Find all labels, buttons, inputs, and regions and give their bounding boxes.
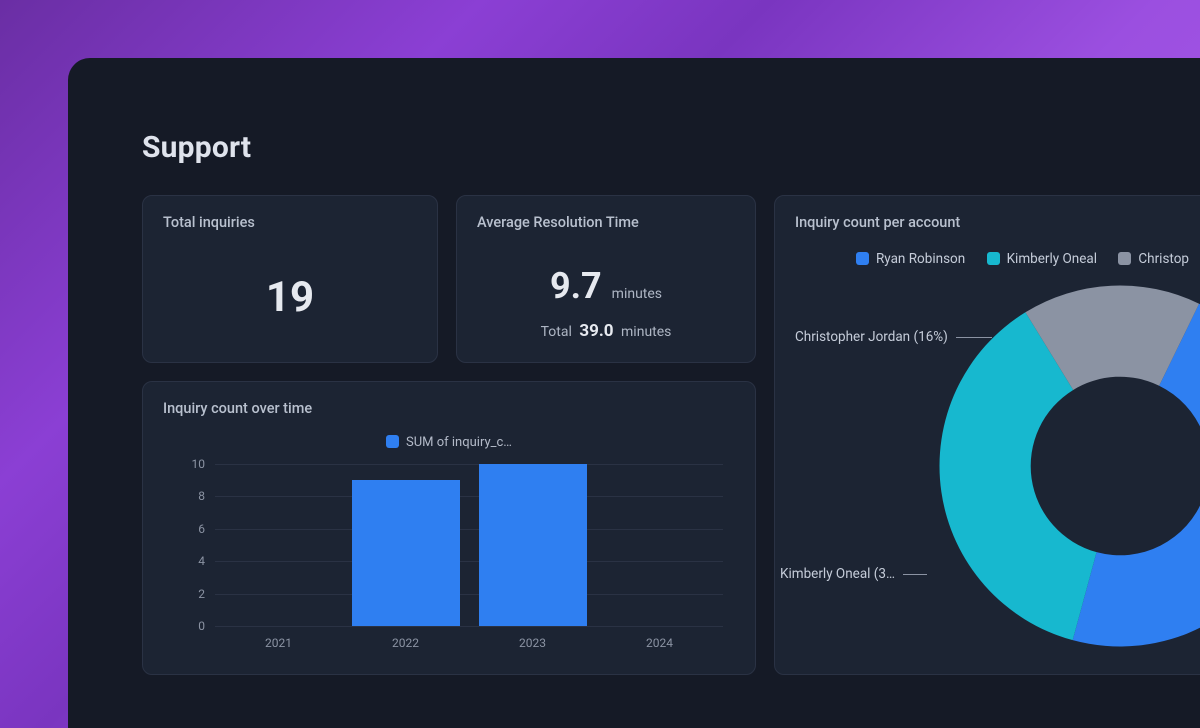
card-title: Average Resolution Time: [477, 214, 735, 231]
kpi-value: 9.7: [550, 265, 602, 307]
gridline: [215, 594, 723, 595]
card-title: Inquiry count over time: [163, 400, 735, 417]
bar[interactable]: [479, 464, 587, 626]
gridline: [215, 561, 723, 562]
bar[interactable]: [352, 480, 460, 626]
legend-label: SUM of inquiry_c…: [406, 435, 512, 450]
page-title: Support: [142, 130, 1200, 165]
bar-chart: 0246810 2021202220232024: [171, 464, 727, 652]
kpi-sub-row: Total 39.0 minutes: [477, 321, 735, 341]
y-tick-label: 8: [198, 489, 205, 503]
kpi-sub-unit: minutes: [621, 324, 671, 340]
y-tick-label: 4: [198, 554, 205, 568]
bar-legend[interactable]: SUM of inquiry_c…: [163, 435, 735, 450]
donut-annotation: Christopher Jordan (16%): [795, 329, 992, 345]
dashboard-panel: Support Total inquiries 19 Average Resol…: [68, 58, 1200, 728]
gridline: [215, 626, 723, 627]
gridline: [215, 529, 723, 530]
legend-label: Ryan Robinson: [876, 251, 965, 267]
legend-label: Kimberly Oneal: [1007, 251, 1097, 267]
x-tick-label: 2023: [519, 636, 546, 650]
donut-legend: Ryan Robinson Kimberly Oneal Christop: [795, 251, 1193, 267]
gridline: [215, 464, 723, 465]
x-tick-label: 2022: [392, 636, 419, 650]
donut-wrap: Christopher Jordan (16%) Kimberly Oneal …: [775, 276, 1200, 674]
legend-swatch: [1118, 252, 1131, 265]
donut-annotation-label: Christopher Jordan (16%): [795, 329, 948, 345]
donut-annotation-label: Kimberly Oneal (3…: [780, 566, 895, 582]
y-axis: 0246810: [171, 464, 211, 626]
y-tick-label: 0: [198, 619, 205, 633]
kpi-sub-prefix: Total: [541, 324, 572, 340]
x-tick-label: 2024: [646, 636, 673, 650]
kpi-value: 19: [163, 273, 417, 322]
x-axis: 2021 2022 2023 2024: [215, 632, 723, 652]
legend-swatch: [386, 435, 399, 448]
card-total-inquiries[interactable]: Total inquiries 19: [142, 195, 438, 363]
card-grid: Total inquiries 19 Average Resolution Ti…: [142, 195, 1200, 675]
y-tick-label: 6: [198, 522, 205, 536]
legend-item[interactable]: Christop: [1118, 251, 1189, 267]
card-inquiry-per-account[interactable]: Inquiry count per account Ryan Robinson …: [774, 195, 1200, 675]
x-tick-label: 2021: [265, 636, 292, 650]
card-avg-resolution[interactable]: Average Resolution Time 9.7 minutes Tota…: [456, 195, 756, 363]
card-title: Total inquiries: [163, 214, 417, 231]
page-background: Support Total inquiries 19 Average Resol…: [0, 0, 1200, 728]
gridline: [215, 496, 723, 497]
kpi-sub-value: 39.0: [579, 321, 613, 341]
kpi-unit: minutes: [612, 286, 662, 302]
y-tick-label: 2: [198, 587, 205, 601]
kpi-main-row: 9.7 minutes: [477, 265, 735, 307]
donut-annotation: Kimberly Oneal (3…: [780, 566, 927, 582]
legend-item[interactable]: Kimberly Oneal: [987, 251, 1097, 267]
bar-plot: [215, 464, 723, 626]
card-inquiry-over-time[interactable]: Inquiry count over time SUM of inquiry_c…: [142, 381, 756, 675]
y-tick-label: 10: [192, 457, 206, 471]
legend-swatch: [987, 252, 1000, 265]
legend-label: Christop: [1138, 251, 1189, 267]
legend-item[interactable]: Ryan Robinson: [856, 251, 965, 267]
legend-swatch: [856, 252, 869, 265]
card-title: Inquiry count per account: [795, 214, 1193, 231]
